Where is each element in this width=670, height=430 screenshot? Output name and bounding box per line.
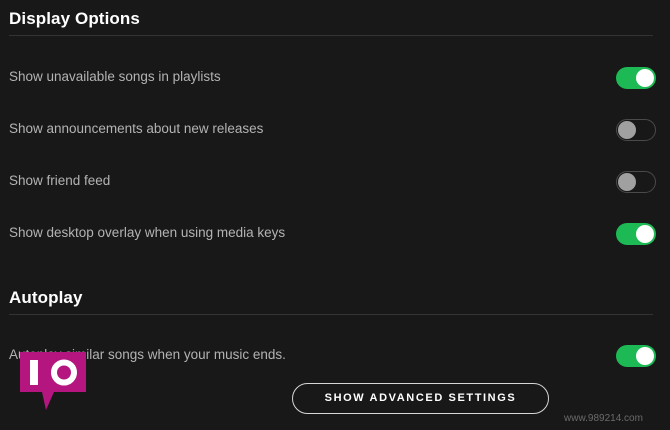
setting-label-unavailable-songs: Show unavailable songs in playlists (9, 69, 221, 84)
toggle-knob (636, 225, 654, 243)
toggle-desktop-overlay[interactable] (616, 223, 656, 245)
io-logo (20, 352, 86, 410)
show-advanced-settings-button[interactable]: SHOW ADVANCED SETTINGS (292, 383, 549, 414)
toggle-knob (618, 121, 636, 139)
toggle-unavailable-songs[interactable] (616, 67, 656, 89)
toggle-knob (618, 173, 636, 191)
watermark-text: www.989214.com (564, 413, 643, 424)
setting-label-new-releases: Show announcements about new releases (9, 121, 264, 136)
toggle-knob (636, 69, 654, 87)
autoplay-divider (9, 314, 653, 315)
toggle-friend-feed[interactable] (616, 171, 656, 193)
display-options-divider (9, 35, 653, 36)
settings-page: Display Options Show unavailable songs i… (0, 0, 670, 430)
setting-label-friend-feed: Show friend feed (9, 173, 111, 188)
toggle-knob (636, 347, 654, 365)
io-logo-badge (20, 352, 86, 410)
display-options-heading: Display Options (9, 9, 140, 28)
autoplay-heading: Autoplay (9, 288, 83, 307)
io-logo-letter-i (30, 360, 38, 385)
toggle-new-releases[interactable] (616, 119, 656, 141)
toggle-autoplay-similar[interactable] (616, 345, 656, 367)
setting-label-desktop-overlay: Show desktop overlay when using media ke… (9, 225, 286, 240)
